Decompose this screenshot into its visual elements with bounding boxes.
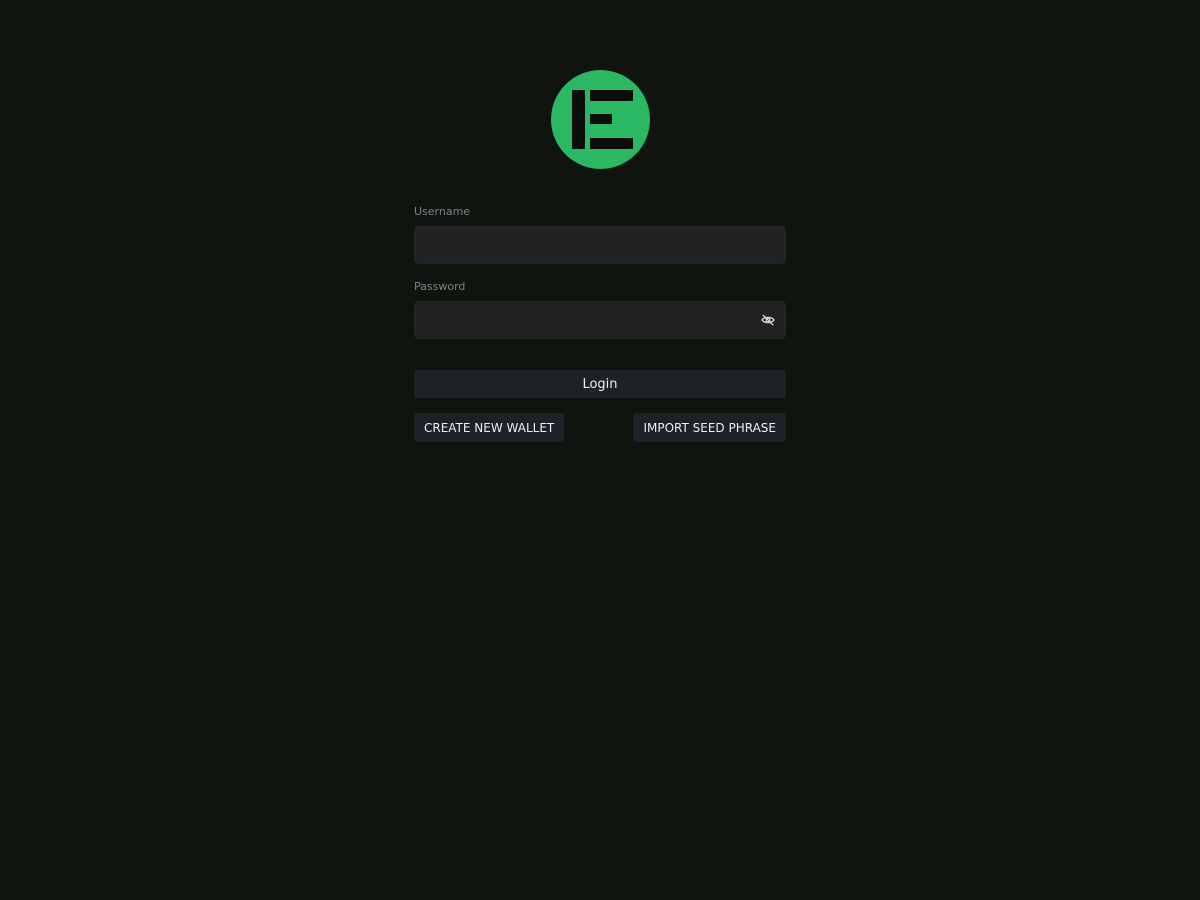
- login-form: Username Password Login CREATE NEW WALLE…: [414, 205, 786, 442]
- logo-bar: [572, 90, 585, 149]
- logo-bar: [590, 138, 633, 149]
- import-seed-phrase-button[interactable]: IMPORT SEED PHRASE: [633, 413, 786, 442]
- logo-bar: [590, 114, 612, 124]
- logo-bar: [590, 90, 633, 101]
- password-input[interactable]: [414, 301, 786, 339]
- e-logo-icon: [551, 70, 650, 169]
- username-label: Username: [414, 205, 471, 218]
- username-field-wrapper: [414, 226, 786, 264]
- password-field-wrapper: [414, 301, 786, 339]
- wallet-actions-row: CREATE NEW WALLET IMPORT SEED PHRASE: [414, 413, 786, 442]
- create-new-wallet-button[interactable]: CREATE NEW WALLET: [414, 413, 565, 442]
- password-label: Password: [414, 280, 466, 293]
- eye-off-icon[interactable]: [760, 312, 776, 328]
- username-input[interactable]: [414, 226, 786, 264]
- login-button[interactable]: Login: [414, 370, 786, 398]
